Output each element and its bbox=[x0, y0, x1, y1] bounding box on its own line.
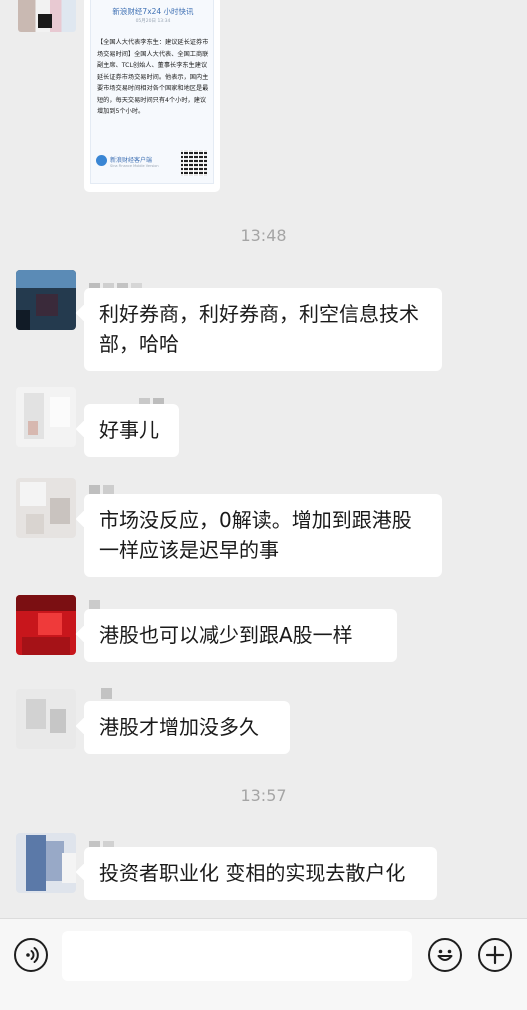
voice-input-button[interactable] bbox=[14, 938, 48, 972]
message-bubble[interactable]: 港股也可以减少到跟A股一样 bbox=[84, 609, 397, 662]
avatar[interactable] bbox=[16, 387, 76, 447]
sender-nickname bbox=[101, 684, 115, 699]
input-toolbar bbox=[0, 918, 527, 1010]
more-functions-button[interactable] bbox=[478, 938, 512, 972]
chat-message-list[interactable]: 新浪财经7x24 小时快讯 05月20日 13:34 【全国人大代表李东生：建议… bbox=[0, 0, 527, 918]
plus-icon bbox=[485, 945, 505, 965]
message-bubble[interactable]: 利好券商，利好券商，利空信息技术部，哈哈 bbox=[84, 288, 442, 371]
news-card-body: 【全国人大代表李东生：建议延长证券市场交易时间】全国人大代表、全国工商联副主席、… bbox=[97, 39, 209, 115]
news-card-source: 新浪财经客户端 bbox=[110, 157, 153, 164]
timestamp: 13:57 bbox=[240, 786, 287, 805]
message-bubble[interactable]: 港股才增加没多久 bbox=[84, 701, 290, 754]
qr-code-icon bbox=[181, 150, 207, 176]
avatar[interactable] bbox=[16, 833, 76, 893]
avatar[interactable] bbox=[16, 478, 76, 538]
sender-nickname bbox=[89, 481, 117, 496]
message-input[interactable] bbox=[62, 931, 412, 981]
avatar[interactable] bbox=[18, 0, 76, 32]
shared-news-card[interactable]: 新浪财经7x24 小时快讯 05月20日 13:34 【全国人大代表李东生：建议… bbox=[84, 0, 220, 192]
avatar[interactable] bbox=[16, 270, 76, 330]
timestamp: 13:48 bbox=[240, 226, 287, 245]
sina-logo-icon bbox=[96, 155, 107, 166]
emoji-button[interactable] bbox=[428, 938, 462, 972]
news-card-title: 新浪财经7x24 小时快讯 bbox=[112, 7, 194, 16]
message-bubble[interactable]: 市场没反应，0解读。增加到跟港股一样应该是迟早的事 bbox=[84, 494, 442, 577]
sender-nickname bbox=[89, 596, 103, 611]
news-card-date: 05月20日 13:34 bbox=[135, 19, 171, 24]
message-bubble[interactable]: 好事儿 bbox=[84, 404, 179, 457]
message-bubble[interactable]: 投资者职业化 变相的实现去散户化 bbox=[84, 847, 437, 900]
avatar[interactable] bbox=[16, 595, 76, 655]
emoji-icon bbox=[437, 949, 453, 961]
voice-icon bbox=[26, 947, 39, 963]
avatar[interactable] bbox=[16, 689, 76, 749]
news-card-content: 新浪财经7x24 小时快讯 05月20日 13:34 【全国人大代表李东生：建议… bbox=[90, 0, 214, 184]
news-card-source-sub: Sina Finance Mobile Version bbox=[110, 164, 159, 168]
